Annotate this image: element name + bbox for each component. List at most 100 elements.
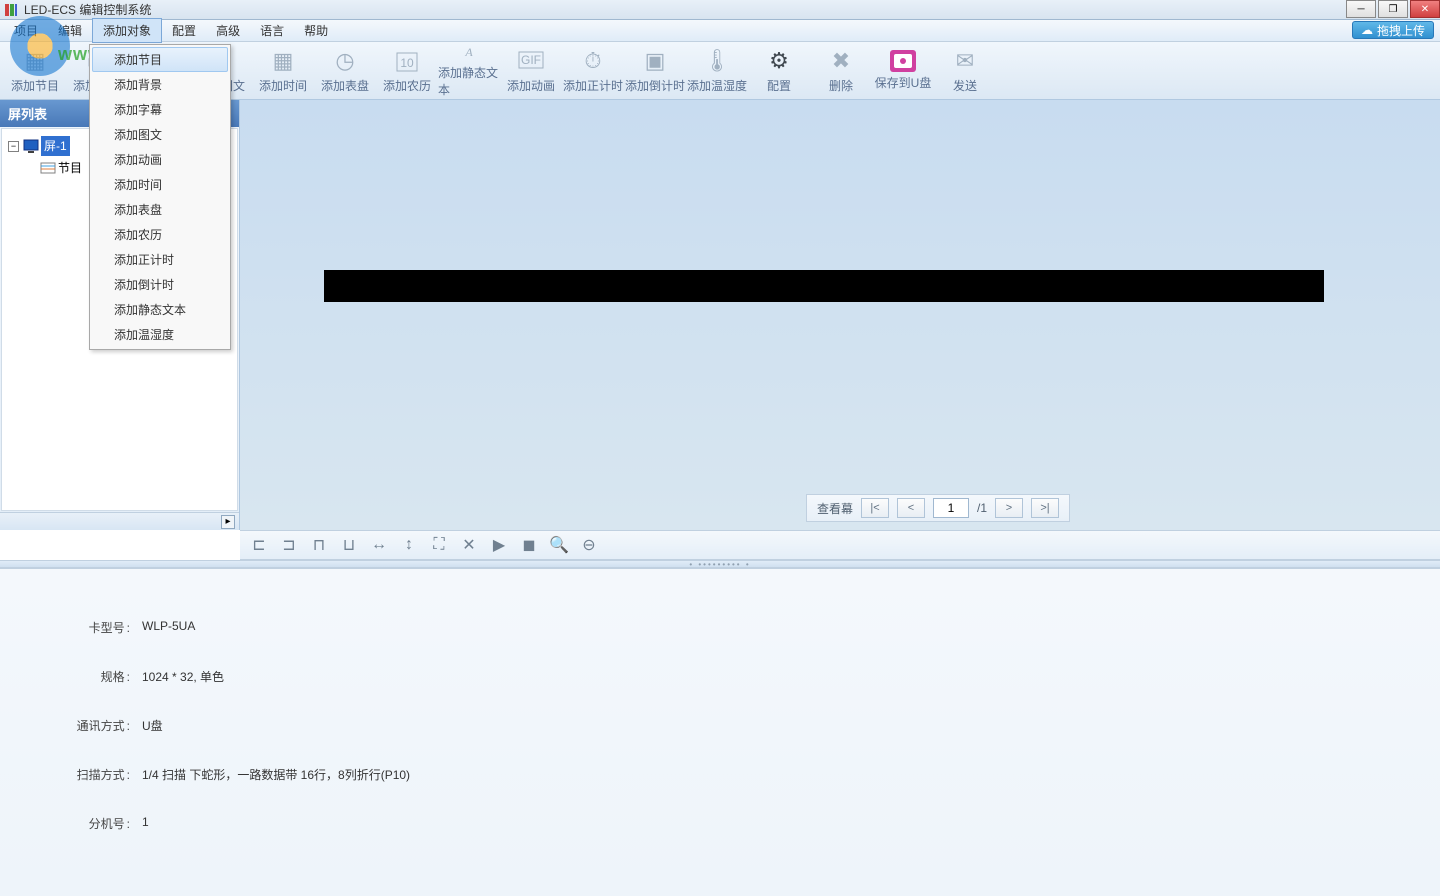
tb-add-countdown[interactable]: ▣添加倒计时 <box>624 44 686 98</box>
led-preview-strip[interactable] <box>324 270 1324 302</box>
dd-add-temp-humidity[interactable]: 添加温湿度 <box>92 322 228 347</box>
menu-language[interactable]: 语言 <box>250 19 294 42</box>
menu-project[interactable]: 项目 <box>4 19 48 42</box>
play-icon[interactable]: ▶ <box>488 534 510 556</box>
tb-add-time[interactable]: ▦添加时间 <box>252 44 314 98</box>
info-value: U盘 <box>142 717 163 734</box>
dd-add-animation[interactable]: 添加动画 <box>92 147 228 172</box>
countdown-icon: ▣ <box>641 47 669 75</box>
thermometer-icon: 🌡 <box>703 47 731 75</box>
align-right-icon[interactable]: ⊐ <box>278 534 300 556</box>
info-value: 1/4 扫描 下蛇形，一路数据带 16行，8列折行(P10) <box>142 766 410 783</box>
dd-add-lunar[interactable]: 添加农历 <box>92 222 228 247</box>
tb-add-temp-humidity[interactable]: 🌡添加温湿度 <box>686 44 748 98</box>
dd-add-static-text[interactable]: 添加静态文本 <box>92 297 228 322</box>
align-left-icon[interactable]: ⊏ <box>248 534 270 556</box>
collapse-icon[interactable]: − <box>8 141 19 152</box>
title-bar: LED-ECS 编辑控制系统 ─ ❐ ✕ <box>0 0 1440 20</box>
window-title: LED-ECS 编辑控制系统 <box>24 1 151 18</box>
program-icon: ▦ <box>21 47 49 75</box>
add-object-dropdown: 添加节目 添加背景 添加字幕 添加图文 添加动画 添加时间 添加表盘 添加农历 … <box>89 44 231 350</box>
menu-add-object[interactable]: 添加对象 <box>92 18 162 43</box>
menu-edit[interactable]: 编辑 <box>48 19 92 42</box>
menu-help[interactable]: 帮助 <box>294 19 338 42</box>
info-label: 扫描方式 <box>60 766 130 783</box>
info-value: WLP-5UA <box>142 619 195 636</box>
dd-add-clock[interactable]: 添加表盘 <box>92 197 228 222</box>
monitor-icon <box>23 139 39 153</box>
tb-add-static-text[interactable]: A添加静态文本 <box>438 44 500 98</box>
stretch-horizontal-icon[interactable]: ↔ <box>368 534 390 556</box>
minimize-button[interactable]: ─ <box>1346 0 1376 18</box>
maximize-button[interactable]: ❐ <box>1378 0 1408 18</box>
close-button[interactable]: ✕ <box>1410 0 1440 18</box>
sidebar-footer: ▸ <box>0 512 239 530</box>
delete-icon: ✖ <box>827 47 855 75</box>
pager-prev-button[interactable]: < <box>897 498 925 518</box>
cancel-icon[interactable]: ✕ <box>458 534 480 556</box>
info-spec: 规格 1024 * 32, 单色 <box>60 668 1380 685</box>
tb-save-usb[interactable]: 保存到U盘 <box>872 44 934 98</box>
info-label: 通讯方式 <box>60 717 130 734</box>
save-usb-icon <box>890 50 916 72</box>
info-value: 1024 * 32, 单色 <box>142 668 224 685</box>
zoom-out-icon[interactable]: ⊖ <box>578 534 600 556</box>
menu-config[interactable]: 配置 <box>162 19 206 42</box>
gear-icon: ⚙ <box>765 47 793 75</box>
tb-add-clock[interactable]: ◷添加表盘 <box>314 44 376 98</box>
info-label: 规格 <box>60 668 130 685</box>
alignment-toolbar: ⊏ ⊐ ⊓ ⊔ ↔ ↕ ⛶ ✕ ▶ ◼ 🔍 ⊖ <box>240 530 1440 560</box>
tb-add-gif[interactable]: GIF添加动画 <box>500 44 562 98</box>
pager-total: /1 <box>977 501 987 515</box>
gif-icon: GIF <box>517 47 545 75</box>
tb-add-program[interactable]: ▦添加节目 <box>4 44 66 98</box>
dd-add-background[interactable]: 添加背景 <box>92 72 228 97</box>
tb-send[interactable]: ✉发送 <box>934 44 996 98</box>
dd-add-program[interactable]: 添加节目 <box>92 47 228 72</box>
lunar-icon: 10 <box>393 47 421 75</box>
dd-add-countdown[interactable]: 添加倒计时 <box>92 272 228 297</box>
align-bottom-icon[interactable]: ⊔ <box>338 534 360 556</box>
dd-add-time[interactable]: 添加时间 <box>92 172 228 197</box>
info-comm: 通讯方式 U盘 <box>60 717 1380 734</box>
stretch-vertical-icon[interactable]: ↕ <box>398 534 420 556</box>
send-icon: ✉ <box>951 47 979 75</box>
pager-last-button[interactable]: >| <box>1031 498 1059 518</box>
tree-child-label: 节目 <box>58 158 82 178</box>
fullscreen-icon[interactable]: ⛶ <box>428 534 450 556</box>
tb-add-countup[interactable]: ⏱添加正计时 <box>562 44 624 98</box>
menu-bar: 项目 编辑 添加对象 配置 高级 语言 帮助 ☁ 拖拽上传 <box>0 20 1440 42</box>
svg-text:10: 10 <box>400 56 414 70</box>
menu-advanced[interactable]: 高级 <box>206 19 250 42</box>
dd-add-countup[interactable]: 添加正计时 <box>92 247 228 272</box>
info-value: 1 <box>142 815 149 832</box>
tb-add-lunar[interactable]: 10添加农历 <box>376 44 438 98</box>
stopwatch-icon: ⏱ <box>579 47 607 75</box>
align-top-icon[interactable]: ⊓ <box>308 534 330 556</box>
info-label: 分机号 <box>60 815 130 832</box>
preview-canvas[interactable] <box>240 100 1440 530</box>
tb-config[interactable]: ⚙配置 <box>748 44 810 98</box>
drag-upload-button[interactable]: ☁ 拖拽上传 <box>1352 21 1434 39</box>
page-navigator: 查看幕 |< < /1 > >| <box>806 494 1070 522</box>
tb-delete[interactable]: ✖删除 <box>810 44 872 98</box>
zoom-in-icon[interactable]: 🔍 <box>548 534 570 556</box>
info-card-model: 卡型号 WLP-5UA <box>60 619 1380 636</box>
window-controls: ─ ❐ ✕ <box>1344 0 1440 18</box>
tree-root-label: 屏-1 <box>41 136 70 156</box>
pager-next-button[interactable]: > <box>995 498 1023 518</box>
program-item-icon <box>40 161 56 175</box>
dd-add-subtitle[interactable]: 添加字幕 <box>92 97 228 122</box>
pager-current-input[interactable] <box>933 498 969 518</box>
info-label: 卡型号 <box>60 619 130 636</box>
pager-first-button[interactable]: |< <box>861 498 889 518</box>
info-panel: 卡型号 WLP-5UA 规格 1024 * 32, 单色 通讯方式 U盘 扫描方… <box>0 568 1440 896</box>
stop-icon[interactable]: ◼ <box>518 534 540 556</box>
app-icon <box>4 3 18 17</box>
sidebar-toggle-button[interactable]: ▸ <box>221 515 235 529</box>
dd-add-image-text[interactable]: 添加图文 <box>92 122 228 147</box>
svg-text:GIF: GIF <box>521 53 541 67</box>
pager-label: 查看幕 <box>817 500 853 517</box>
splitter-handle[interactable]: • ••••••••• • <box>0 560 1440 568</box>
static-text-icon: A <box>455 44 483 62</box>
